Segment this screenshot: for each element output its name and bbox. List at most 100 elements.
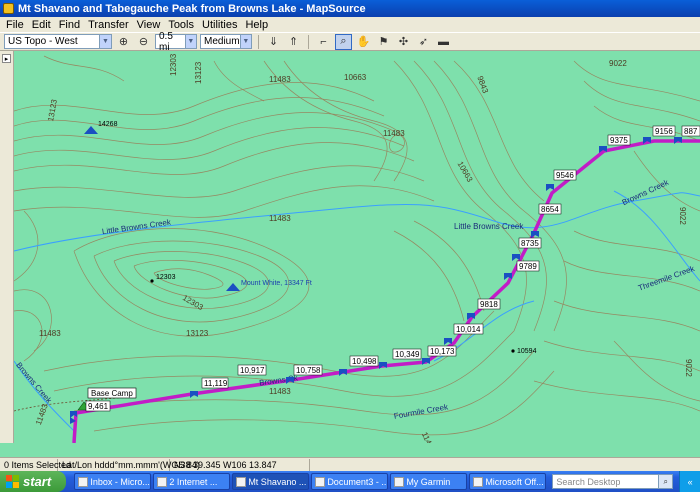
creek-label: Browns Creek [621,177,671,207]
contour-label: 13123 [194,61,203,84]
menu-file[interactable]: File [2,19,28,31]
taskbar-item-my-garmin[interactable]: My Garmin [390,473,468,490]
spot-elevation-10594: 10594 [511,348,537,355]
contour-label: 13123 [46,98,59,122]
waypoint-label: 10,173 [430,347,455,356]
tray-expand-icon: « [687,476,693,487]
office-icon [473,476,484,487]
window-title: Mt Shavano and Tabegauche Peak from Brow… [18,2,366,15]
system-tray[interactable]: « [679,471,700,492]
toolbar: US Topo - West ▼ ⊕ ⊖ 0.5 mi ▼ Medium ▼ ⇓ ⇑ … [0,31,700,53]
zoom-out-icon[interactable]: ⊖ [135,34,152,50]
waypoint-flag[interactable] [339,369,347,376]
chevron-down-icon: ▼ [184,35,196,48]
mountain-icon [226,283,240,291]
waypoint-flag[interactable] [531,231,539,238]
menu-edit[interactable]: Edit [28,19,55,31]
chevron-down-icon: ▼ [239,35,251,48]
topo-map[interactable]: 14268 Mount White, 13347 Ft 12303 10594 … [14,51,700,443]
selection-tool-icon[interactable]: ➶ [415,34,432,50]
map-product-select[interactable]: US Topo - West ▼ [4,34,112,49]
contour-label: 10663 [344,73,367,82]
map-tool-icon[interactable]: ⌐ [315,34,332,50]
spot-elevation-label: 10594 [517,348,537,355]
creek-label: Little Browns Creek [101,218,172,237]
waypoint-flag[interactable] [422,358,430,365]
taskbar-item-office[interactable]: Microsoft Off... [469,473,547,490]
waypoint-label: 887 [684,127,698,136]
title-bar: Mt Shavano and Tabegauche Peak from Brow… [0,0,700,17]
taskbar-item-label: 2 Internet ... [169,476,218,487]
waypoint-tool-icon[interactable]: ⚑ [375,34,392,50]
waypoint-label: 9375 [610,136,628,145]
topo-map-canvas[interactable]: 14268 Mount White, 13347 Ft 12303 10594 … [14,51,700,443]
contour-label: 12303 [169,53,178,76]
taskbar-item-label: My Garmin [406,476,451,487]
waypoint-flag[interactable] [546,184,554,191]
taskbar-buttons: Inbox - Micro... 2 Internet ... Mt Shava… [74,473,547,490]
contour-label: 11483 [269,387,291,396]
detail-select[interactable]: Medium ▼ [200,34,252,49]
hand-tool-icon[interactable]: ✋ [355,34,372,50]
zoom-in-icon[interactable]: ⊕ [115,34,132,50]
contour-label: 9843 [475,75,490,95]
route-line[interactable] [72,139,700,443]
menu-tools[interactable]: Tools [164,19,198,31]
waypoint-flag[interactable] [379,362,387,369]
taskbar-item-label: Document3 - ... [327,476,389,487]
menu-transfer[interactable]: Transfer [84,19,133,31]
expand-sidebar-icon[interactable]: ▸ [2,54,11,63]
distance-tool-icon[interactable]: ▬ [435,34,452,50]
mount-white-label: Mount White, 13347 Ft [241,280,312,287]
contour-label: 11483 [383,129,405,138]
waypoint-label: 10,014 [456,325,481,334]
taskbar-item-internet[interactable]: 2 Internet ... [153,473,231,490]
start-button[interactable]: start [0,471,67,492]
base-camp-label: Base Camp [91,389,133,398]
spot-elevation-dot [150,279,154,283]
summit-mount-white[interactable]: Mount White, 13347 Ft [226,280,312,291]
receive-from-device-icon[interactable]: ⇓ [265,34,282,50]
menu-help[interactable]: Help [241,19,272,31]
spot-elevation-dot [511,349,515,353]
summit-elevation-label: 14268 [98,121,118,128]
waypoint-flag[interactable] [674,137,682,144]
contour-label: 12303 [181,293,205,312]
search-icon[interactable]: ⌕ [658,475,673,488]
internet-explorer-icon [157,476,168,487]
mapsource-app-icon [3,3,14,14]
menu-view[interactable]: View [133,19,165,31]
detail-value: Medium [204,36,240,47]
desktop-search-input[interactable]: Search Desktop ⌕ [552,474,674,489]
contour-label: 11483 [39,329,61,338]
start-label: start [23,474,52,489]
folder-icon [394,476,405,487]
taskbar-item-outlook[interactable]: Inbox - Micro... [74,473,152,490]
position-format: Lat/Lon hddd°mm.mmm'(WGS 84) [58,458,200,471]
creek-label: Fourmile Creek [393,402,449,421]
search-placeholder: Search Desktop [556,476,621,487]
mapsource-icon [236,476,247,487]
taskbar-item-word[interactable]: Document3 - ... [311,473,389,490]
waypoint-label: 10,917 [240,366,265,375]
zoom-tool-icon[interactable]: ⌕ [335,33,352,50]
toolbar-separator [258,34,259,49]
taskbar-item-mapsource[interactable]: Mt Shavano ... [232,473,310,490]
waypoint-flag[interactable] [190,391,198,398]
send-to-device-icon[interactable]: ⇑ [285,34,302,50]
contour-lines [14,55,700,436]
contour-label: 11483 [269,214,291,223]
menu-utilities[interactable]: Utilities [198,19,241,31]
zoom-scale-value: 0.5 mi [159,30,173,53]
chevron-down-icon: ▼ [99,35,111,48]
contour-label: 11483 [269,75,291,84]
waypoint-label: 9546 [556,171,574,180]
menu-find[interactable]: Find [55,19,84,31]
zoom-scale-select[interactable]: 0.5 mi ▼ [155,31,197,53]
route-tool-icon[interactable]: ✣ [395,34,412,50]
word-icon [315,476,326,487]
mountain-icon [84,126,98,134]
spot-elevation-label: 12303 [156,274,176,281]
creek-labels: Little Browns Creek Little Browns Creek … [14,177,696,420]
spot-elevation-13668: 12303 [150,274,176,283]
